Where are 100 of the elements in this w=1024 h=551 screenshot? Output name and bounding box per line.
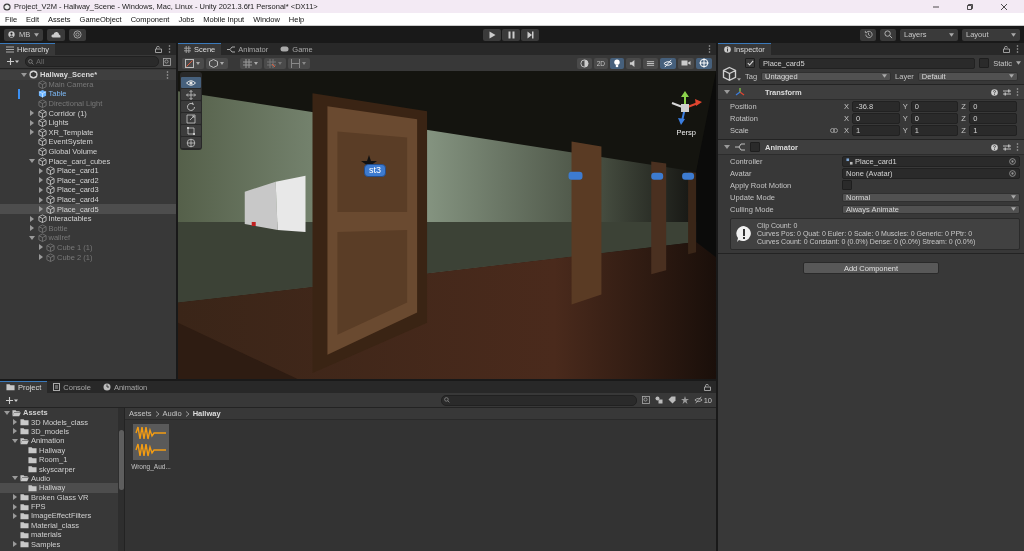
cube-icon xyxy=(37,223,47,233)
help-icon[interactable] xyxy=(991,143,998,151)
step-icon xyxy=(526,30,534,39)
search-icon xyxy=(443,397,450,403)
create-button[interactable] xyxy=(4,396,20,404)
sliders-icon[interactable] xyxy=(1003,88,1011,96)
active-checkbox[interactable] xyxy=(745,58,755,68)
caret-down-icon[interactable] xyxy=(724,144,730,150)
caret-down-icon[interactable] xyxy=(11,437,18,444)
caret-down-icon xyxy=(1011,207,1016,211)
caret-right-icon[interactable] xyxy=(11,428,18,435)
caret-down-icon[interactable] xyxy=(20,71,27,78)
caret-right-icon[interactable] xyxy=(37,177,44,184)
more-options-icon[interactable] xyxy=(168,45,171,53)
play-button[interactable] xyxy=(483,28,501,41)
grid-dropdown-icon xyxy=(243,58,259,68)
folder-icon xyxy=(6,383,15,391)
gizmos-toggle[interactable] xyxy=(696,57,712,69)
more-options-icon[interactable] xyxy=(708,45,711,53)
collab-button[interactable] xyxy=(69,28,87,41)
static-checkbox[interactable] xyxy=(979,58,990,68)
caret-down-icon xyxy=(949,32,954,37)
caret-down-icon[interactable] xyxy=(1016,61,1021,65)
shading-toggle[interactable] xyxy=(576,57,592,69)
lock-icon[interactable] xyxy=(1003,45,1010,53)
caret-down-icon xyxy=(737,78,741,81)
search-button[interactable] xyxy=(880,28,896,41)
restore-icon[interactable] xyxy=(966,2,974,11)
object-label: st3 xyxy=(364,164,386,177)
help-icon[interactable] xyxy=(991,88,998,96)
grid-snap-button[interactable] xyxy=(240,57,262,69)
caret-down-icon[interactable] xyxy=(724,89,730,95)
caret-right-icon[interactable] xyxy=(29,129,35,136)
link-icon[interactable] xyxy=(830,127,838,133)
tool-button[interactable] xyxy=(181,125,201,136)
history-button[interactable] xyxy=(860,28,876,41)
step-button[interactable] xyxy=(521,28,539,41)
add-button[interactable] xyxy=(5,58,21,65)
caret-right-icon[interactable] xyxy=(11,419,18,426)
pause-button[interactable] xyxy=(502,28,520,41)
scrollbar[interactable] xyxy=(118,408,124,551)
lock-icon[interactable] xyxy=(155,45,162,53)
type-filter-icon[interactable] xyxy=(654,396,663,404)
sliders-icon[interactable] xyxy=(1003,143,1011,151)
caret-right-icon[interactable] xyxy=(11,541,18,548)
tool-button[interactable] xyxy=(181,77,201,88)
more-options-icon[interactable] xyxy=(1016,45,1019,53)
star-icon[interactable] xyxy=(680,396,689,404)
checkbox[interactable] xyxy=(842,180,852,190)
cube-icon xyxy=(37,118,47,128)
audio-toggle[interactable] xyxy=(626,57,641,69)
visibility-toggle[interactable] xyxy=(660,57,676,69)
caret-down-icon[interactable] xyxy=(3,409,10,416)
tool-handle-button[interactable] xyxy=(206,57,228,69)
caret-down-icon xyxy=(1009,74,1014,78)
tag-icon[interactable] xyxy=(667,396,676,404)
cube-icon xyxy=(46,175,55,185)
camera-icon xyxy=(681,59,691,67)
open-folder-icon xyxy=(12,408,21,417)
more-options-icon[interactable] xyxy=(1016,88,1019,96)
caret-right-icon[interactable] xyxy=(29,215,35,222)
effects-toggle[interactable] xyxy=(643,57,658,69)
lock-icon[interactable] xyxy=(704,383,711,391)
cube-icon xyxy=(46,185,55,195)
caret-right-icon[interactable] xyxy=(11,513,18,519)
gamepad-icon xyxy=(280,46,290,52)
snap-increment-button[interactable] xyxy=(264,57,286,69)
shading-sphere-icon xyxy=(579,58,589,68)
search-field[interactable] xyxy=(440,394,637,406)
caret-down-icon[interactable] xyxy=(29,158,35,165)
close-icon[interactable] xyxy=(1000,2,1008,11)
more-options-icon[interactable] xyxy=(1016,143,1019,151)
caret-right-icon[interactable] xyxy=(29,110,35,117)
cube-dropdown-icon xyxy=(209,58,225,68)
caret-right-icon[interactable] xyxy=(37,186,44,193)
cube-icon xyxy=(37,156,47,166)
tool-button[interactable] xyxy=(181,137,201,148)
caret-right-icon[interactable] xyxy=(11,503,18,510)
caret-right-icon[interactable] xyxy=(37,167,44,174)
filter-icon[interactable] xyxy=(163,57,171,66)
component-enabled-checkbox[interactable] xyxy=(750,142,760,152)
cube-icon xyxy=(722,66,737,81)
lighting-toggle[interactable] xyxy=(610,57,624,69)
caret-down-icon xyxy=(1011,32,1016,37)
tool-button[interactable] xyxy=(181,113,201,124)
more-options-icon[interactable] xyxy=(166,70,169,79)
tool-handle-button[interactable] xyxy=(182,57,204,69)
cloud-button[interactable] xyxy=(47,28,66,41)
caret-right-icon[interactable] xyxy=(29,119,35,126)
transform-tool-icon xyxy=(186,137,196,148)
align-button[interactable] xyxy=(288,57,310,69)
move-arrows-icon xyxy=(186,89,196,100)
caret-right-icon[interactable] xyxy=(37,206,44,213)
grid-icon xyxy=(184,45,191,53)
tool-button[interactable] xyxy=(181,89,201,100)
search-filter-icon[interactable] xyxy=(641,396,650,404)
tool-button[interactable] xyxy=(181,101,201,112)
camera-toggle[interactable] xyxy=(678,57,694,69)
eye-slash-icon xyxy=(663,58,673,68)
chevron-right-icon xyxy=(154,410,160,417)
